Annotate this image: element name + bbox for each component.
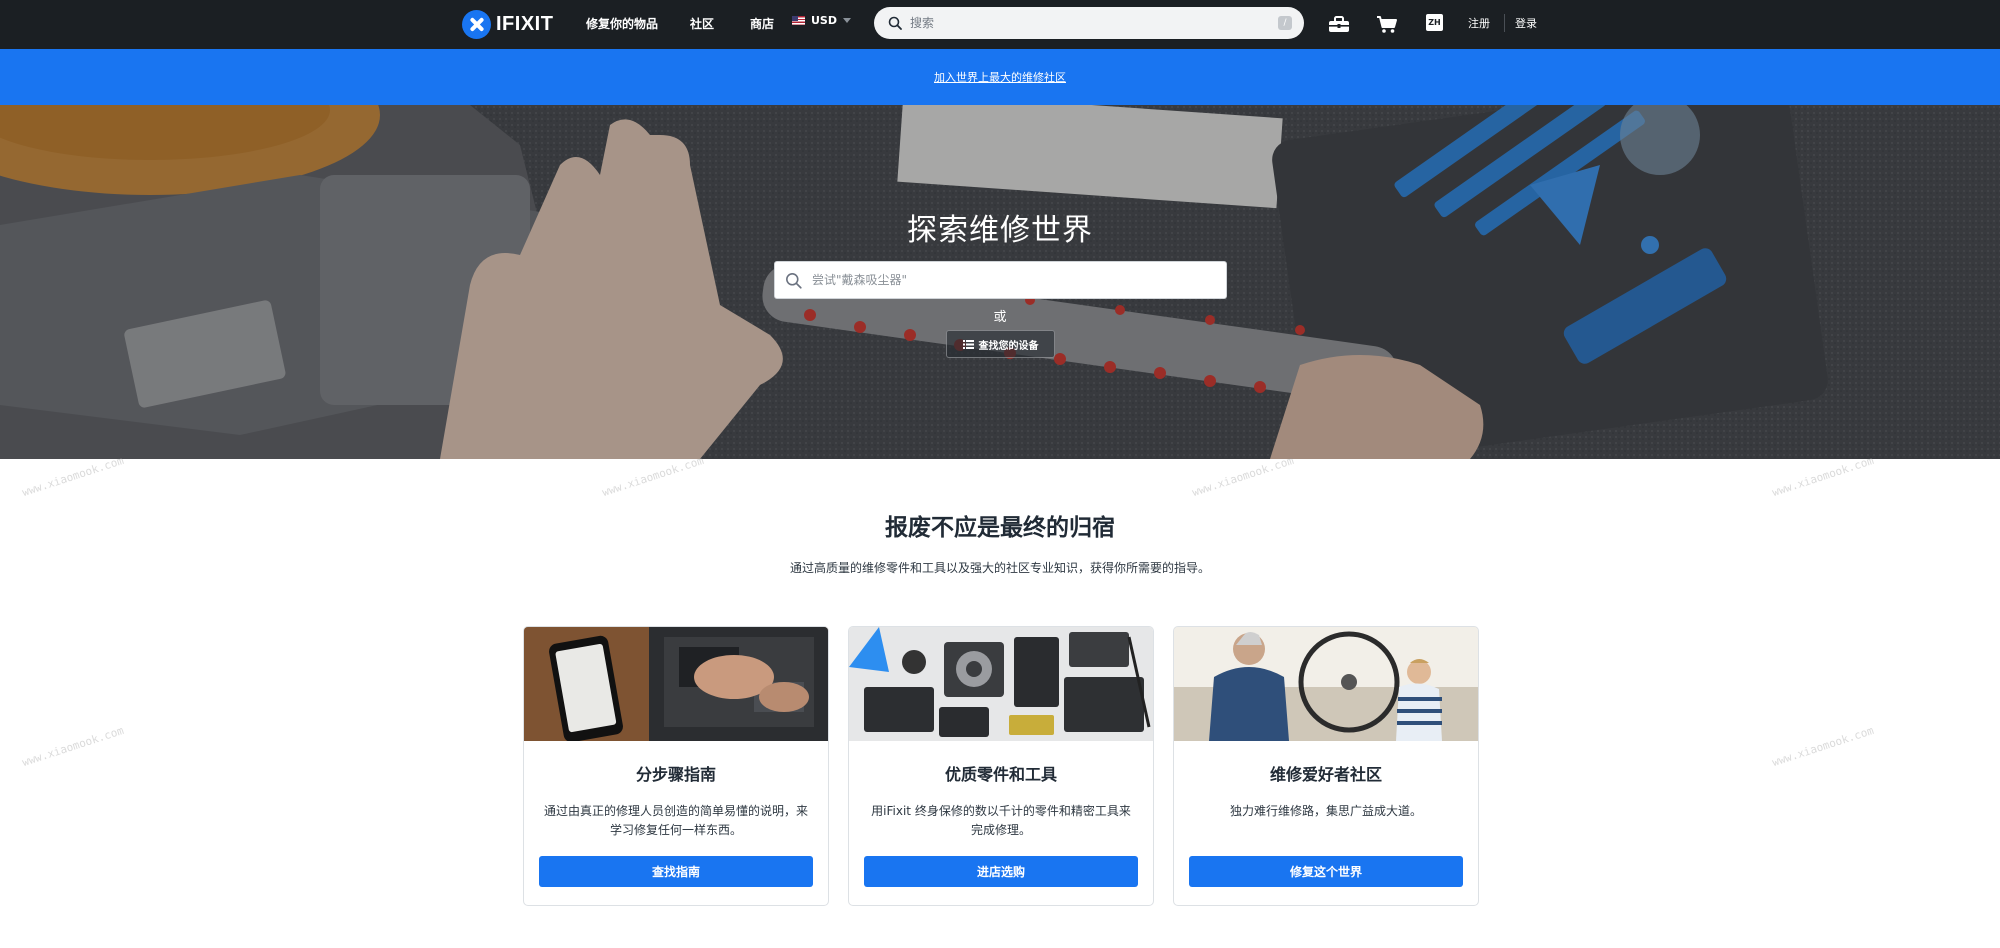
- us-flag-icon: [792, 16, 805, 25]
- card-description: 独力难行维修路，集思广益成大道。: [1229, 804, 1422, 818]
- find-device-label: 查找您的设备: [978, 340, 1039, 352]
- section-subtitle: 通过高质量的维修零件和工具以及强大的社区专业知识，获得你所需要的指导。: [789, 561, 1210, 575]
- card-community: 维修爱好者社区 独力难行维修路，集思广益成大道。 修复这个世界: [1173, 626, 1479, 906]
- watermark: www.xiaomook.com: [20, 723, 126, 770]
- community-card-image: [1174, 627, 1478, 741]
- parts-tools-card-image: [849, 627, 1153, 741]
- find-guides-button[interactable]: 查找指南: [539, 856, 813, 887]
- card-title: 分步骤指南: [635, 765, 716, 784]
- cart-icon[interactable]: [1374, 12, 1400, 36]
- currency-selector[interactable]: USD: [792, 14, 851, 27]
- card-description: 用iFixit 终身保修的数以千计的零件和精密工具来完成修理。: [871, 804, 1131, 837]
- signup-link[interactable]: 注册: [1468, 15, 1490, 31]
- fix-the-world-button[interactable]: 修复这个世界: [1189, 856, 1463, 887]
- ifixit-logo[interactable]: IFIXIT: [462, 8, 553, 40]
- chevron-down-icon: [843, 18, 851, 23]
- language-selector[interactable]: ZH: [1426, 14, 1443, 31]
- card-title: 维修爱好者社区: [1269, 765, 1382, 784]
- watermark: www.xiaomook.com: [1770, 453, 1876, 500]
- watermark: www.xiaomook.com: [600, 453, 706, 500]
- search-icon: [786, 272, 802, 289]
- hero-title: 探索维修世界: [907, 213, 1093, 248]
- nav-divider: [1504, 14, 1505, 32]
- guides-card-image: [524, 627, 828, 741]
- card-title: 优质零件和工具: [944, 765, 1057, 784]
- nav-search-input[interactable]: [910, 16, 1270, 30]
- list-icon: [962, 339, 974, 349]
- nav-search-bar[interactable]: /: [874, 7, 1304, 39]
- card-guides: 分步骤指南 通过由真正的修理人员创造的简单易懂的说明，来学习修复任何一样东西。 …: [523, 626, 829, 906]
- ifixit-logo-icon: [462, 9, 491, 39]
- card-description: 通过由真正的修理人员创造的简单易懂的说明，来学习修复任何一样东西。: [543, 804, 808, 837]
- search-shortcut-hint: /: [1278, 16, 1292, 30]
- currency-label: USD: [811, 14, 837, 27]
- watermark: www.xiaomook.com: [1190, 453, 1296, 500]
- promo-banner: 加入世界上最大的维修社区: [0, 49, 2000, 105]
- search-icon: [888, 16, 902, 30]
- nav-link-store[interactable]: 商店: [750, 15, 774, 32]
- nav-link-fix-your-stuff[interactable]: 修复你的物品: [586, 15, 658, 32]
- join-community-link[interactable]: 加入世界上最大的维修社区: [934, 69, 1066, 85]
- nav-link-community[interactable]: 社区: [690, 15, 714, 32]
- watermark: www.xiaomook.com: [20, 453, 126, 500]
- hero-search-bar[interactable]: [774, 261, 1227, 299]
- section-title: 报废不应是最终的归宿: [885, 515, 1115, 541]
- login-link[interactable]: 登录: [1515, 15, 1537, 31]
- card-parts-tools: 优质零件和工具 用iFixit 终身保修的数以千计的零件和精密工具来完成修理。 …: [848, 626, 1154, 906]
- hero-search-input[interactable]: [812, 273, 1202, 287]
- watermark: www.xiaomook.com: [1770, 723, 1876, 770]
- toolbox-icon[interactable]: [1326, 12, 1352, 36]
- top-nav: IFIXIT 修复你的物品 社区 商店 USD / ZH 注册 登录: [0, 0, 2000, 49]
- or-divider-text: 或: [993, 310, 1007, 325]
- logo-text: IFIXIT: [496, 12, 554, 35]
- find-device-button[interactable]: 查找您的设备: [946, 330, 1055, 358]
- shop-button[interactable]: 进店选购: [864, 856, 1138, 887]
- hero-section: 探索维修世界 或 查找您的设备: [0, 105, 2000, 459]
